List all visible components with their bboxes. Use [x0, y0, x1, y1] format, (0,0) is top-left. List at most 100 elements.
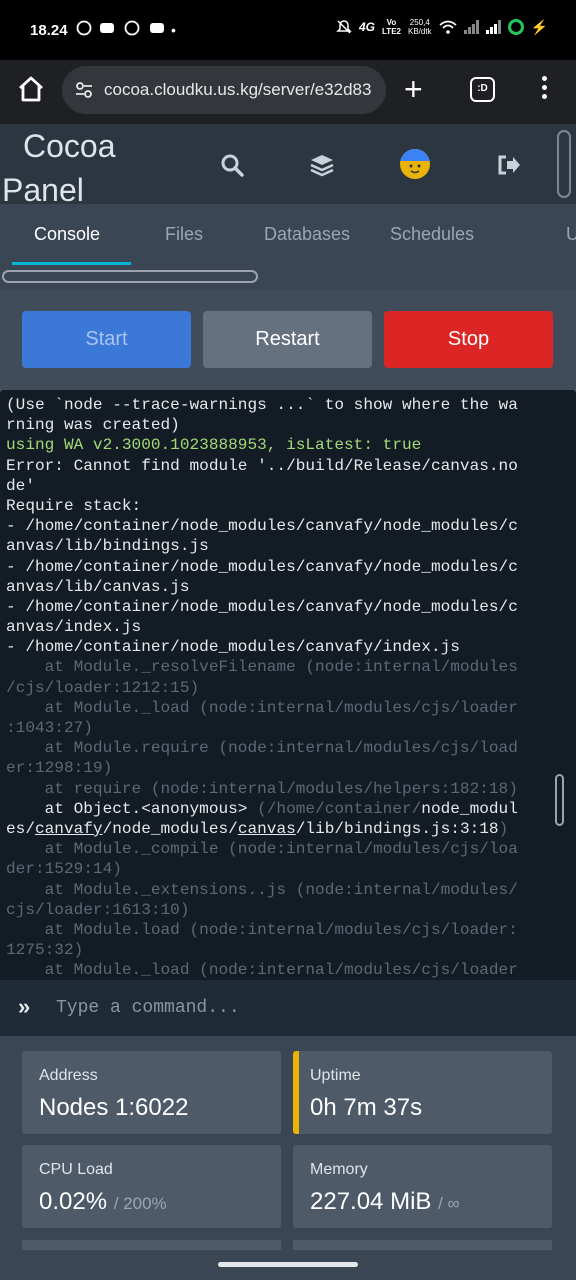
console-line: de' [6, 476, 35, 495]
console-line: - /home/container/node_modules/canvafy/n… [6, 517, 518, 536]
user-avatar[interactable] [400, 149, 430, 179]
console-line: at Module._load (node:internal/modules/c… [6, 961, 518, 980]
address-bar[interactable]: cocoa.cloudku.us.kg/server/e32d83 [62, 66, 386, 114]
browser-menu-icon[interactable] [538, 76, 550, 104]
console-output[interactable]: (Use `node --trace-warnings ...` to show… [0, 390, 576, 980]
stat-partial-right [293, 1240, 552, 1250]
stat-uptime-label: Uptime [310, 1067, 361, 1084]
gesture-nav-handle[interactable] [218, 1262, 358, 1267]
console-seg: /lib/bindings.js:3:18 [295, 819, 499, 838]
stat-memory-value: 227.04 MiB [310, 1188, 432, 1215]
signal-icon-sim1 [463, 20, 479, 34]
stat-memory-value-wrap: 227.04 MiB / ∞ [310, 1188, 460, 1216]
app-header: Cocoa Panel [0, 124, 576, 208]
stat-address-label: Address [39, 1067, 98, 1084]
console-line: at Module._load (node:internal/modules/c… [6, 698, 518, 717]
console-line: er:1298:19) [6, 759, 113, 778]
brand-logo[interactable]: Cocoa Panel [2, 124, 116, 212]
chevrons-right-icon: » [18, 994, 31, 1019]
server-stats: Address Nodes 1:6022 Uptime 0h 7m 37s CP… [0, 1036, 576, 1280]
console-line: anvas/lib/canvas.js [6, 577, 190, 596]
layers-icon[interactable] [309, 152, 335, 178]
volte-bottom: LTE2 [382, 27, 401, 36]
more-notifications-dot: • [171, 22, 176, 38]
console-seg: at Object.<anonymous> [6, 799, 258, 818]
stat-uptime: Uptime 0h 7m 37s [293, 1051, 552, 1134]
console-seg: canvas [237, 819, 296, 838]
console-line: rning was created) [6, 416, 180, 435]
console-line: using WA v2.3000.1023888953, isLatest: t… [6, 436, 422, 455]
stat-partial-left [22, 1240, 281, 1250]
mute-icon [336, 20, 352, 34]
url-text[interactable]: cocoa.cloudku.us.kg/server/e32d83 [104, 80, 371, 100]
console-line: at Module._compile (node:internal/module… [6, 840, 518, 859]
console-seg: (/home/container/ [257, 799, 422, 818]
server-nav-tabs: Console Files Databases Schedules U [0, 204, 576, 290]
volte-top: Vo [386, 18, 397, 27]
charging-icon: ⚡ [530, 18, 548, 35]
console-line: at Object.<anonymous> (/home/container/n… [6, 799, 546, 819]
site-settings-icon[interactable] [74, 80, 94, 100]
console-line: at require (node:internal/modules/helper… [6, 779, 518, 798]
status-right-icons: 4G Vo LTE2 250,4 KB/dtk ⚡ [336, 18, 548, 36]
tab-databases[interactable]: Databases [264, 224, 350, 245]
home-icon[interactable] [16, 74, 46, 104]
header-scrollbar[interactable] [557, 130, 571, 198]
console-line: - /home/container/node_modules/canvafy/n… [6, 557, 518, 576]
stat-cpu-value: 0.02% [39, 1188, 108, 1215]
stat-memory: Memory 227.04 MiB / ∞ [293, 1145, 552, 1228]
console-line: at Module.require (node:internal/modules… [6, 739, 518, 758]
tab-switcher-button[interactable]: :D [470, 77, 495, 102]
command-input[interactable] [56, 990, 556, 1026]
console-line: anvas/index.js [6, 618, 142, 637]
search-icon[interactable] [219, 152, 245, 178]
console-scrollbar[interactable] [555, 774, 564, 826]
notification-icons [76, 20, 166, 40]
tabs-scrollbar[interactable] [2, 270, 258, 283]
tab-users[interactable]: U [566, 224, 576, 245]
console-line: 1275:32) [6, 941, 84, 960]
stat-memory-limit: / ∞ [438, 1194, 460, 1213]
logout-icon[interactable] [496, 152, 522, 178]
console-line: - /home/container/node_modules/canvafy/n… [6, 597, 518, 616]
console-line: der:1529:14) [6, 860, 122, 879]
command-bar: » [0, 980, 576, 1036]
tab-console[interactable]: Console [34, 224, 100, 245]
stop-button[interactable]: Stop [384, 311, 553, 368]
brand-line1: Cocoa [23, 128, 116, 164]
wifi-icon [438, 20, 457, 34]
status-time: 18.24 [30, 22, 68, 39]
server-content: Start Restart Stop (Use `node --trace-wa… [0, 290, 576, 1280]
console-line: cjs/loader:1613:10) [6, 900, 190, 919]
battery-icon [507, 19, 524, 35]
signal-icon-sim2 [485, 20, 501, 34]
stat-cpu-label: CPU Load [39, 1161, 113, 1178]
speed-value: 250,4 [409, 18, 430, 27]
browser-toolbar: cocoa.cloudku.us.kg/server/e32d83 + :D [0, 60, 576, 124]
console-seg: /node_modules/ [102, 819, 238, 838]
console-line: at Module.load (node:internal/modules/cj… [6, 920, 518, 939]
brand-line2: Panel [2, 172, 84, 208]
stat-uptime-value: 0h 7m 37s [310, 1094, 423, 1121]
network-speed: 250,4 KB/dtk [408, 18, 432, 36]
console-line: /cjs/loader:1212:15) [6, 678, 200, 697]
console-line: (Use `node --trace-warnings ...` to show… [6, 396, 518, 414]
stat-memory-label: Memory [310, 1161, 368, 1178]
tab-schedules[interactable]: Schedules [390, 224, 474, 245]
start-button[interactable]: Start [22, 311, 191, 368]
stat-address: Address Nodes 1:6022 [22, 1051, 281, 1134]
stat-cpu-limit: / 200% [113, 1194, 167, 1213]
tab-files[interactable]: Files [165, 224, 203, 245]
console-line: :1043:27) [6, 719, 93, 737]
speed-unit: KB/dtk [407, 27, 432, 36]
stat-cpu: CPU Load 0.02% / 200% [22, 1145, 281, 1228]
network-type: 4G [359, 20, 376, 34]
app-notification-icons [76, 20, 164, 36]
console-line: at Module._extensions..js (node:internal… [6, 880, 518, 899]
console-seg: es/ [6, 819, 35, 838]
stat-address-value: Nodes 1:6022 [39, 1094, 189, 1121]
new-tab-icon[interactable]: + [404, 73, 423, 105]
console-line: es/canvafy/node_modules/canvas/lib/bindi… [6, 819, 546, 839]
restart-button[interactable]: Restart [203, 311, 372, 368]
console-lines: (Use `node --trace-warnings ...` to show… [6, 395, 546, 980]
